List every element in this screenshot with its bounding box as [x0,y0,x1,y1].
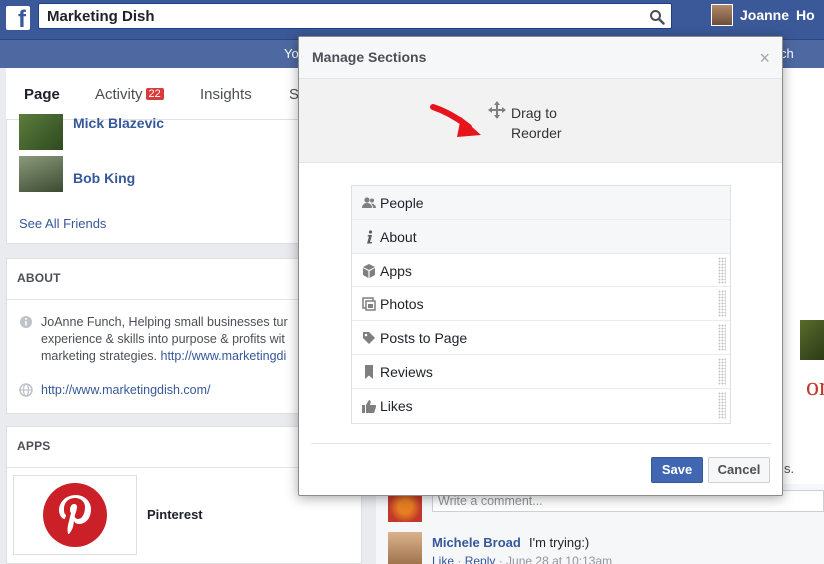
section-row-apps[interactable]: Apps [352,253,730,288]
drag-line: Reorder [511,125,562,141]
section-label: Apps [380,262,412,279]
cube-icon [363,263,375,278]
section-row-likes[interactable]: Likes [352,388,730,423]
section-label: Likes [380,397,413,414]
section-label: Photos [380,296,424,313]
drag-instructions: Drag to Reorder [299,79,782,163]
dialog-header: Manage Sections × [299,37,782,79]
section-row-people: People [352,186,730,220]
close-icon[interactable]: × [759,49,770,67]
cancel-button[interactable]: Cancel [708,457,770,483]
section-row-photos[interactable]: Photos [352,287,730,322]
dialog-title: Manage Sections [312,49,427,65]
drag-handle[interactable] [718,357,726,385]
photos-icon [362,297,376,312]
divider [311,443,771,444]
drag-to-reorder-text: Drag to Reorder [511,103,591,143]
sections-list: People About Apps Photos Posts to Page R… [351,185,731,424]
manage-sections-dialog: Manage Sections × Drag to Reorder People… [298,36,783,496]
drag-line: Drag to [511,105,557,121]
thumbs-up-icon [362,399,376,413]
section-row-about: About [352,219,730,254]
drag-handle[interactable] [718,290,726,318]
red-arrow-icon [430,104,481,137]
drag-handle[interactable] [718,391,726,419]
move-icon [488,101,506,119]
section-label: Reviews [380,363,433,380]
drag-handle[interactable] [718,256,726,284]
section-label: About [380,228,417,245]
section-row-reviews[interactable]: Reviews [352,354,730,389]
save-button[interactable]: Save [651,457,703,483]
people-icon [362,197,376,208]
drag-handle[interactable] [718,324,726,352]
bookmark-icon [365,364,373,379]
tag-icon [363,332,375,345]
section-label: Posts to Page [380,330,468,347]
info-icon [367,230,373,244]
section-row-posts-to-page[interactable]: Posts to Page [352,321,730,355]
section-label: People [380,195,424,211]
